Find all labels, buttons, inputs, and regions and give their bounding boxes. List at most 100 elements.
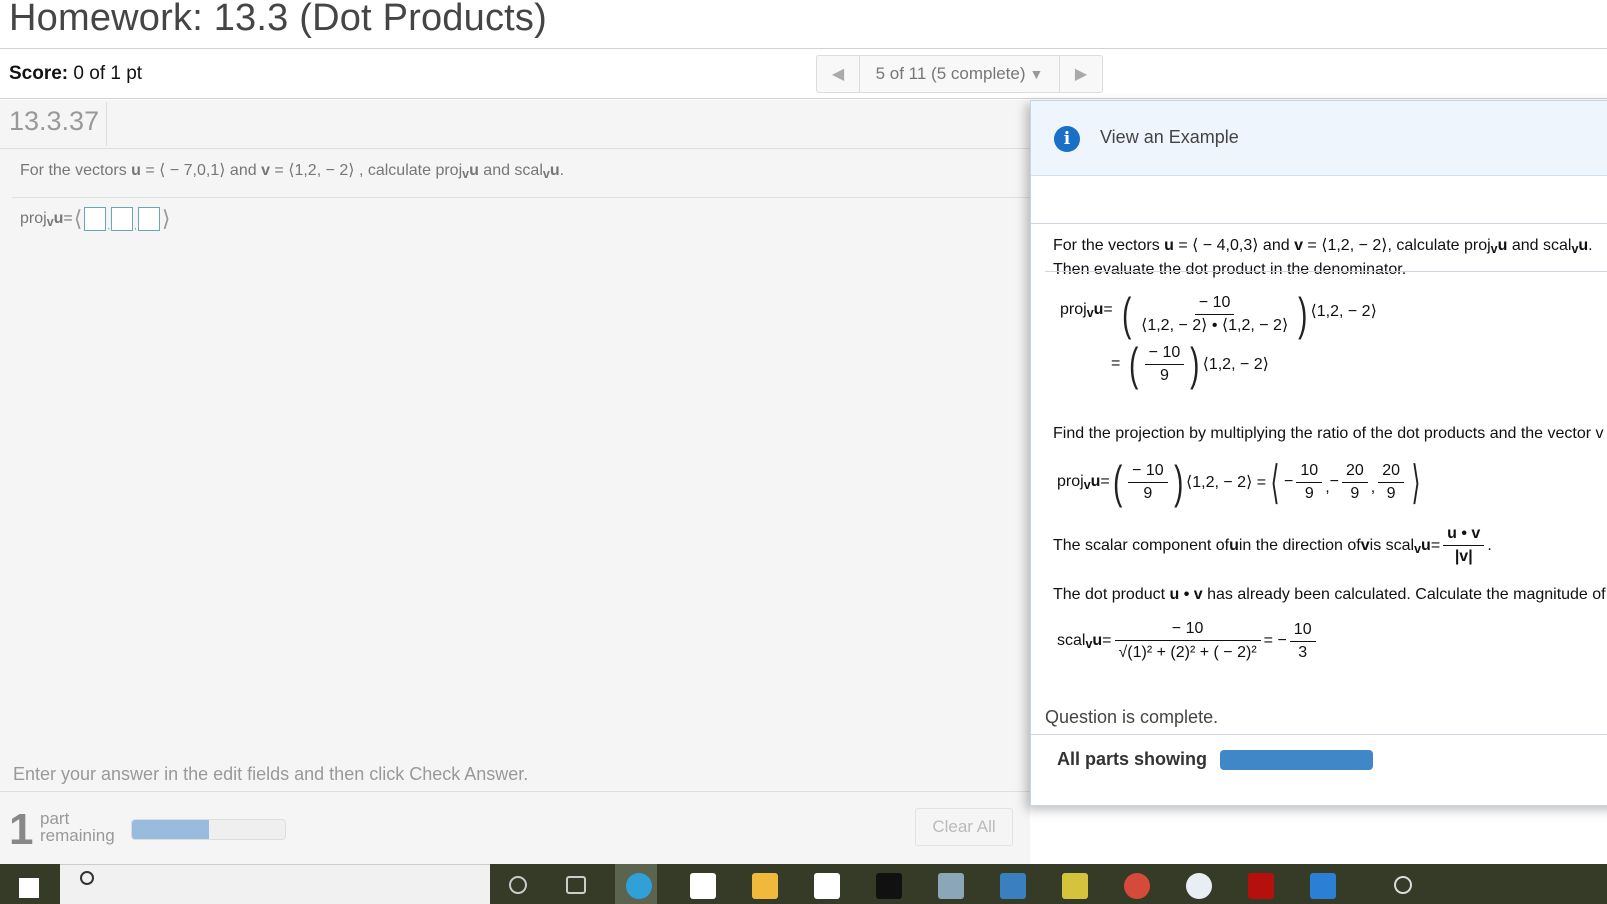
example-text: = ⟨ − 4,0,3⟩ and — [1173, 237, 1295, 254]
question-number-row: 13.3.37 — [0, 100, 1030, 149]
vector-u: u — [549, 162, 560, 179]
open-angle-bracket: ⟨ — [73, 206, 83, 231]
next-question-button[interactable]: ▶ — [1059, 56, 1102, 92]
answer-field-2[interactable] — [111, 207, 134, 231]
vector-u: u — [1421, 536, 1431, 554]
previous-question-button[interactable]: ◀ — [817, 56, 860, 92]
denominator: 9 — [1304, 484, 1314, 502]
all-parts-progress-bar — [1220, 750, 1373, 770]
scalar-component-text: The scalar component of u in the directi… — [1053, 525, 1492, 566]
divider — [0, 791, 1030, 792]
question-number: 13.3.37 — [9, 106, 100, 136]
prompt-text: . — [559, 162, 565, 179]
vector-u: u — [131, 162, 141, 179]
right-paren: ) — [1173, 456, 1183, 508]
windows-start-icon[interactable] — [0, 864, 60, 904]
app-icon[interactable] — [1186, 873, 1212, 899]
subscript: v — [1571, 242, 1579, 256]
dot-product-text: The dot product u • v has already been c… — [1053, 586, 1606, 604]
app-icon[interactable] — [1394, 876, 1412, 894]
subscript: v — [1083, 478, 1091, 492]
example-text: in the direction of — [1238, 536, 1361, 554]
dropbox-icon[interactable] — [690, 873, 716, 899]
parts-progress-fill — [132, 820, 209, 839]
vector-v: v — [1360, 536, 1370, 554]
vector-u: u — [53, 210, 64, 227]
example-question: For the vectors u = ⟨ − 4,0,3⟩ and v = ⟨… — [1053, 235, 1593, 256]
parts-label-line: remaining — [40, 826, 115, 845]
vector-u: u — [469, 162, 479, 179]
app-icon[interactable] — [1310, 873, 1336, 899]
equation-step-2: = ( − 10 9 ) ⟨1,2, − 2⟩ — [1111, 341, 1269, 387]
parts-remaining-count: 1 — [9, 805, 34, 854]
vector-u: u — [1578, 237, 1589, 254]
answer-field-1[interactable] — [84, 207, 107, 231]
denominator: 9 — [1143, 484, 1153, 502]
question-select-dropdown[interactable]: 5 of 11 (5 complete) ▼ — [860, 56, 1059, 92]
app-icon[interactable] — [814, 873, 840, 899]
computer-icon[interactable] — [938, 873, 964, 899]
subscript: v — [542, 167, 550, 181]
equals: = — [1111, 355, 1121, 372]
example-text: = ⟨1,2, − 2⟩, calculate proj — [1302, 237, 1491, 254]
chrome-icon[interactable] — [1124, 873, 1150, 899]
equation-lhs: projvu — [1060, 301, 1103, 320]
cortana-icon[interactable] — [509, 876, 527, 894]
divider — [106, 102, 107, 146]
numerator: 10 — [1296, 462, 1323, 483]
title-bar: Homework: 13.3 (Dot Products) — [0, 0, 1607, 49]
right-paren: ) — [1298, 288, 1308, 340]
view-example-title[interactable]: View an Example — [1100, 127, 1239, 148]
minus-sign: − — [1329, 473, 1339, 490]
minus-sign: − — [1284, 473, 1294, 490]
clear-all-button[interactable]: Clear All — [915, 808, 1013, 846]
left-paren: ( — [1129, 338, 1139, 390]
numerator: 20 — [1378, 462, 1405, 483]
example-header[interactable]: i View an Example — [1031, 101, 1607, 176]
app-icon[interactable] — [1000, 873, 1026, 899]
fraction: − 10 9 — [1128, 462, 1168, 503]
divider — [1031, 223, 1607, 224]
subscript: v — [462, 167, 470, 181]
vector-u: u — [1164, 237, 1174, 254]
parts-progress-bar — [131, 819, 286, 840]
netflix-icon[interactable] — [876, 873, 902, 899]
folder-icon[interactable] — [752, 873, 778, 899]
example-text: The scalar component of — [1053, 536, 1230, 554]
vector-value: ⟨1,2, − 2⟩ — [1202, 356, 1269, 373]
numerator: − 10 — [1144, 344, 1185, 365]
equals: = — [63, 210, 73, 227]
comma: , — [1370, 479, 1376, 496]
edge-browser-icon[interactable] — [626, 873, 652, 899]
subscript: v — [1086, 306, 1094, 320]
question-status: 5 of 11 (5 complete) — [875, 64, 1026, 83]
right-angle-bracket: ⟩ — [1411, 456, 1421, 508]
equation-step-1: projvu = ( − 10 ⟨1,2, − 2⟩ • ⟨1,2, − 2⟩ … — [1060, 291, 1377, 337]
answer-field-3[interactable] — [137, 207, 160, 231]
comma: , — [107, 221, 111, 232]
task-view-icon[interactable] — [566, 876, 586, 894]
equals: = — [1430, 536, 1441, 554]
partially-hidden-text: Then evaluate the dot product in the den… — [1053, 261, 1407, 278]
app-icon[interactable] — [1248, 873, 1274, 899]
question-prompt: For the vectors u = ⟨ − 7,0,1⟩ and v = ⟨… — [20, 160, 565, 181]
example-text: and scal — [1507, 237, 1572, 254]
denominator: 3 — [1298, 643, 1308, 661]
dot-product-expr: u • v — [1169, 586, 1203, 603]
info-icon: i — [1054, 126, 1080, 152]
denominator: |v| — [1454, 548, 1473, 565]
triangle-down-icon: ▼ — [1029, 66, 1044, 82]
fraction: 20 9 — [1378, 462, 1405, 503]
answer-label: proj — [20, 210, 47, 227]
example-text: For the vectors — [1053, 237, 1165, 254]
comma: , — [134, 221, 137, 232]
app-icon[interactable] — [1062, 873, 1088, 899]
page-title: Homework: 13.3 (Dot Products) — [9, 0, 547, 39]
math-text: proj — [1060, 301, 1087, 318]
vector-u: u — [1092, 632, 1103, 649]
numerator: − 10 — [1128, 462, 1168, 483]
subscript: v — [1490, 242, 1498, 256]
period: . — [1487, 536, 1492, 554]
vector-value: ⟨1,2, − 2⟩ = — [1186, 474, 1267, 491]
taskbar-search-box[interactable] — [60, 864, 490, 904]
